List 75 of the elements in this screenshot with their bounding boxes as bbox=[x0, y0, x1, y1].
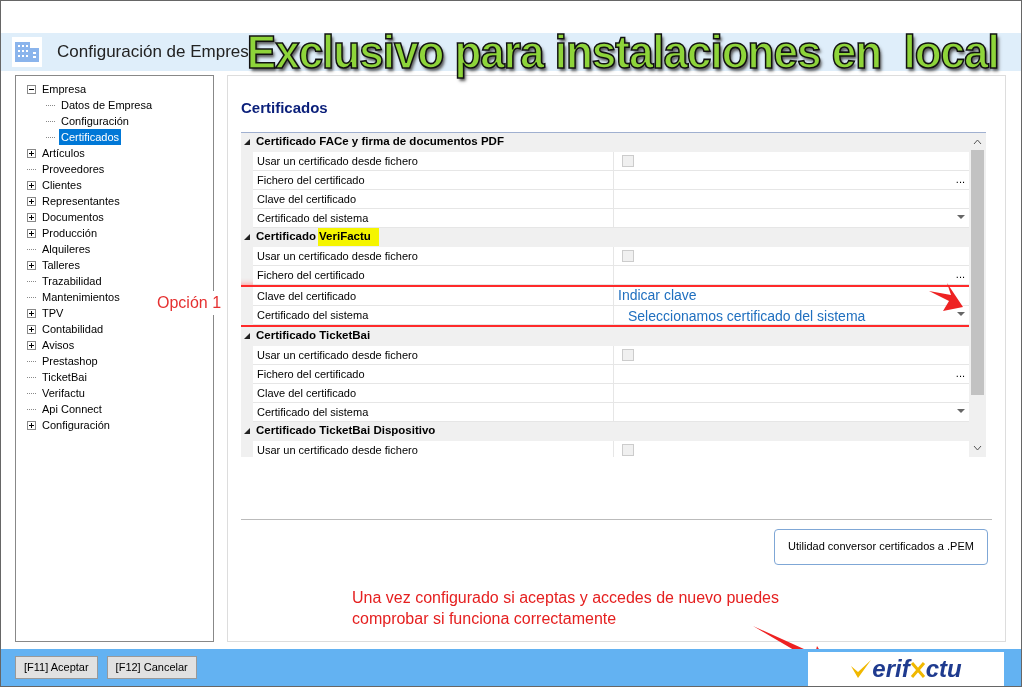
expand-icon[interactable] bbox=[27, 308, 36, 318]
tree-item[interactable]: Producción bbox=[40, 225, 100, 241]
expand-icon[interactable] bbox=[27, 196, 36, 206]
collapse-triangle-icon bbox=[243, 332, 251, 340]
tree-item[interactable]: Artículos bbox=[40, 145, 87, 161]
property-label: Fichero del certificado bbox=[253, 265, 614, 284]
check-mark-icon bbox=[850, 658, 873, 680]
footer-button[interactable]: [F11] Aceptar bbox=[15, 656, 98, 679]
tree-item[interactable]: Avisos bbox=[40, 337, 77, 353]
expand-icon[interactable] bbox=[27, 180, 36, 190]
dropdown-caret-icon[interactable] bbox=[957, 312, 965, 317]
annotation-note: Una vez configurado si aceptas y accedes de nuevo puedes comprobar si funciona correctamente bbox=[352, 588, 780, 629]
expand-icon[interactable] bbox=[27, 340, 36, 350]
tree-item[interactable]: Contabilidad bbox=[40, 321, 106, 337]
browse-button[interactable]: ... bbox=[955, 174, 965, 185]
property-label: Clave del certificado bbox=[253, 383, 614, 402]
tree-item[interactable]: Configuración bbox=[40, 417, 112, 433]
tree-item[interactable]: Clientes bbox=[40, 177, 84, 193]
section-header[interactable]: Certificado FACe y firma de documentos PDF bbox=[241, 132, 969, 152]
checkbox[interactable] bbox=[622, 348, 634, 361]
expand-icon[interactable] bbox=[27, 228, 36, 238]
dropdown-caret-icon[interactable] bbox=[957, 409, 965, 414]
expand-icon[interactable] bbox=[27, 260, 36, 270]
dropdown-caret-icon[interactable] bbox=[957, 215, 965, 220]
property-label: Usar un certificado desde fichero bbox=[253, 345, 614, 364]
window-title: Configuración de Empres bbox=[57, 41, 249, 64]
tree-item[interactable]: Trazabilidad bbox=[40, 273, 104, 289]
property-label: Certificado del sistema bbox=[253, 402, 614, 421]
tree-item[interactable]: Prestashop bbox=[40, 353, 100, 369]
arrow-icon bbox=[929, 283, 963, 311]
property-label: Clave del certificado bbox=[253, 189, 614, 208]
tree-item[interactable]: Verifactu bbox=[40, 385, 87, 401]
annotation-text: Seleccionamos certificado del sistema bbox=[627, 307, 866, 326]
tree-item[interactable]: Api Connect bbox=[40, 401, 104, 417]
property-label: Fichero del certificado bbox=[253, 170, 614, 189]
logo: erif ctu bbox=[808, 652, 1004, 686]
tree-item[interactable]: TicketBai bbox=[40, 369, 89, 385]
property-label: Usar un certificado desde fichero bbox=[253, 246, 614, 265]
checkbox[interactable] bbox=[622, 249, 634, 262]
collapse-triangle-icon bbox=[243, 138, 251, 146]
panel-title: Certificados bbox=[241, 98, 329, 118]
scrollbar[interactable] bbox=[969, 132, 986, 457]
convert-button[interactable]: Utilidad conversor certificados a .PEM bbox=[774, 528, 988, 565]
footer-button[interactable]: [F12] Cancelar bbox=[106, 656, 197, 679]
annotation-text: Indicar clave bbox=[618, 286, 697, 305]
property-label: Fichero del certificado bbox=[253, 364, 614, 383]
expand-icon[interactable] bbox=[27, 324, 36, 334]
tree-item[interactable]: Talleres bbox=[40, 257, 82, 273]
tree-item[interactable]: Documentos bbox=[40, 209, 106, 225]
tree-item[interactable]: Configuración bbox=[59, 113, 131, 129]
tree-item[interactable]: Empresa bbox=[40, 81, 89, 97]
tree-item[interactable]: Datos de Empresa bbox=[59, 97, 155, 113]
annotation-label: Opción 1 bbox=[157, 291, 222, 315]
tree-item[interactable]: Proveedores bbox=[40, 161, 107, 177]
property-label: Usar un certificado desde fichero bbox=[253, 440, 614, 457]
building-grid-icon bbox=[14, 41, 40, 63]
expand-icon[interactable] bbox=[27, 148, 36, 158]
browse-button[interactable]: ... bbox=[955, 368, 965, 379]
collapse-triangle-icon bbox=[243, 427, 251, 435]
tree-item[interactable]: Certificados bbox=[59, 129, 122, 145]
checkbox[interactable] bbox=[622, 443, 634, 456]
browse-button[interactable]: ... bbox=[955, 269, 965, 280]
collapse-icon[interactable] bbox=[27, 84, 36, 94]
expand-icon[interactable] bbox=[27, 212, 36, 222]
checkbox[interactable] bbox=[622, 154, 634, 167]
expand-icon[interactable] bbox=[27, 420, 36, 430]
property-label: Clave del certificado bbox=[253, 286, 614, 305]
property-label: Usar un certificado desde fichero bbox=[253, 151, 614, 170]
tree-item[interactable]: TPV bbox=[40, 305, 66, 321]
collapse-triangle-icon bbox=[243, 233, 251, 241]
property-label: Certificado del sistema bbox=[253, 208, 614, 227]
tree-item[interactable]: Representantes bbox=[40, 193, 122, 209]
property-label: Certificado del sistema bbox=[253, 305, 614, 324]
tree-item[interactable]: Mantenimientos bbox=[40, 289, 122, 305]
tree-item[interactable]: Alquileres bbox=[40, 241, 93, 257]
